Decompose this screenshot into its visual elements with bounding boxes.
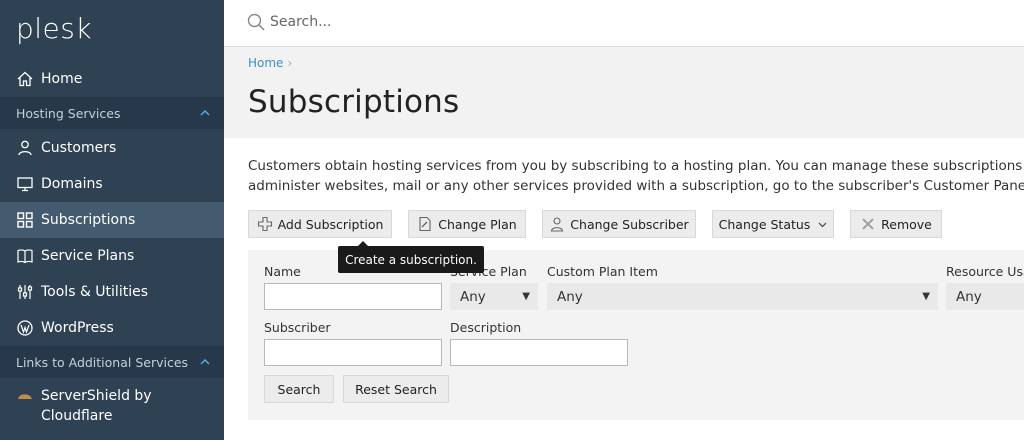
sidebar-item-label: Subscriptions <box>41 212 136 228</box>
main-content: Home › Subscriptions Customers obtain hos… <box>224 48 1024 440</box>
book-icon <box>16 247 34 265</box>
dropdown-arrow-icon: ▼ <box>922 291 930 302</box>
description-label: Description <box>450 320 522 335</box>
change-status-dropdown[interactable]: Change Status <box>712 210 834 238</box>
change-subscriber-button[interactable]: Change Subscriber <box>542 210 696 238</box>
reset-search-button[interactable]: Reset Search <box>343 375 449 403</box>
search-input[interactable] <box>270 11 670 33</box>
description-input[interactable] <box>450 339 628 366</box>
plus-icon <box>257 216 273 232</box>
description-line: administer websites, mail or any other s… <box>248 178 1024 194</box>
button-label: Add Subscription <box>277 216 384 232</box>
dropdown-arrow-icon: ▼ <box>522 291 530 302</box>
grid-icon <box>16 211 34 229</box>
name-label: Name <box>264 264 301 279</box>
sidebar-item-label: Cloudflare <box>41 408 113 424</box>
sidebar-item-label: Tools & Utilities <box>41 284 148 300</box>
button-label: Change Status <box>718 216 811 232</box>
subscriber-input[interactable] <box>264 339 442 366</box>
user-change-icon <box>549 216 565 232</box>
sidebar-item-subscriptions[interactable]: Subscriptions <box>0 202 224 238</box>
change-plan-button[interactable]: Change Plan <box>408 210 526 238</box>
remove-button[interactable]: Remove <box>850 210 942 238</box>
button-label: Remove <box>881 216 932 232</box>
sidebar-item-service-plans[interactable]: Service Plans <box>0 238 224 274</box>
custom-plan-item-select[interactable]: Any ▼ <box>547 283 938 310</box>
sidebar-item-customers[interactable]: Customers <box>0 130 224 166</box>
select-value: Any <box>557 288 583 305</box>
sidebar-item-label: Customers <box>41 140 117 156</box>
description-line: Customers obtain hosting services from y… <box>248 158 1024 174</box>
sliders-icon <box>16 283 34 301</box>
breadcrumb-home-link[interactable]: Home <box>248 56 283 70</box>
search-icon <box>246 12 266 32</box>
sidebar-item-label: Service Plans <box>41 248 135 264</box>
section-links-additional-services[interactable]: Links to Additional Services <box>0 346 224 378</box>
select-value: Any <box>460 288 486 305</box>
add-subscription-tooltip: Create a subscription. <box>338 241 484 273</box>
service-plan-select[interactable]: Any ▼ <box>450 283 538 310</box>
section-hosting-services[interactable]: Hosting Services <box>0 97 224 129</box>
home-icon <box>16 70 34 88</box>
button-label: Change Subscriber <box>570 216 689 232</box>
subscriptions-panel: Customers obtain hosting services from y… <box>224 138 1024 440</box>
button-label: Change Plan <box>438 216 517 232</box>
wordpress-icon <box>16 319 34 337</box>
chevron-up-icon <box>200 355 210 365</box>
sidebar-item-label: WordPress <box>41 320 114 336</box>
page-title: Subscriptions <box>248 84 460 120</box>
sidebar-item-label: Home <box>41 71 83 87</box>
monitor-icon <box>16 175 34 193</box>
breadcrumb-separator: › <box>287 56 293 70</box>
breadcrumb: Home › <box>248 56 292 70</box>
page-description: Customers obtain hosting services from y… <box>248 156 1024 196</box>
top-bar <box>224 0 1024 47</box>
sidebar: plesk Home Hosting Services Customers Do… <box>0 0 224 440</box>
sidebar-item-wordpress[interactable]: WordPress <box>0 310 224 346</box>
sidebar-item-tools-utilities[interactable]: Tools & Utilities <box>0 274 224 310</box>
subscriber-label: Subscriber <box>264 320 331 335</box>
custom-plan-item-label: Custom Plan Item <box>547 264 658 279</box>
sidebar-item-label: Domains <box>41 176 103 192</box>
resource-usage-label: Resource Usag <box>946 264 1024 279</box>
sidebar-item-home[interactable]: Home <box>0 61 224 97</box>
remove-x-icon <box>860 216 876 232</box>
add-subscription-button[interactable]: Add Subscription <box>248 210 392 238</box>
sidebar-item-servershield[interactable]: ServerShield by Cloudflare <box>0 380 224 428</box>
cloudflare-icon <box>16 388 34 406</box>
section-label: Links to Additional Services <box>16 354 189 370</box>
sidebar-item-domains[interactable]: Domains <box>0 166 224 202</box>
section-label: Hosting Services <box>16 105 121 121</box>
name-input[interactable] <box>264 283 442 310</box>
document-edit-icon <box>417 216 433 232</box>
user-icon <box>16 139 34 157</box>
search-button[interactable]: Search <box>264 375 334 403</box>
sidebar-item-label: ServerShield by <box>41 388 152 404</box>
chevron-down-icon <box>818 220 827 229</box>
chevron-up-icon <box>200 106 210 116</box>
resource-usage-select[interactable]: Any <box>946 283 1024 310</box>
plesk-logo[interactable]: plesk <box>16 12 92 45</box>
filter-panel: Name Service Plan Any ▼ Custom Plan Item… <box>248 250 1024 420</box>
select-value: Any <box>956 288 982 305</box>
